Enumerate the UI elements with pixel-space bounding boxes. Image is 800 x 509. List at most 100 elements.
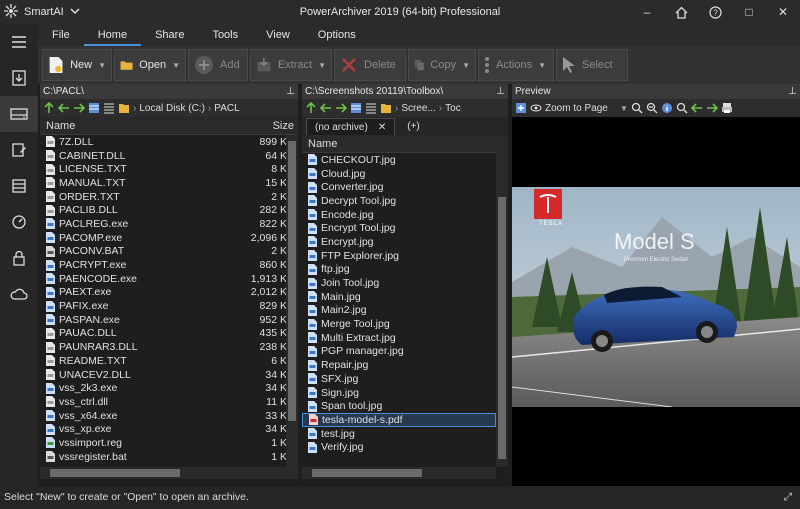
- sidebar-item-tools[interactable]: [0, 204, 38, 240]
- file-row[interactable]: vss_ctrl.dll 11 KB: [40, 395, 298, 409]
- file-row[interactable]: PAUNRAR3.DLL 238 KB: [40, 340, 298, 354]
- file-row[interactable]: Encode.jpg: [302, 208, 496, 222]
- file-row[interactable]: Decrypt Tool.jpg: [302, 194, 496, 208]
- new-button[interactable]: New ▼: [42, 49, 112, 81]
- eye-icon[interactable]: [530, 102, 542, 114]
- file-row[interactable]: PACLREG.exe 822 KB: [40, 217, 298, 231]
- file-row[interactable]: Join Tool.jpg: [302, 276, 496, 290]
- extract-button[interactable]: Extract ▼: [250, 49, 332, 81]
- breadcrumb-toolbox[interactable]: Toc: [445, 103, 461, 114]
- file-row[interactable]: ftp.jpg: [302, 263, 496, 277]
- tab-no-archive[interactable]: (no archive) ✕: [306, 118, 396, 135]
- restore-button[interactable]: □: [732, 0, 766, 24]
- file-row[interactable]: Sign.jpg: [302, 386, 496, 400]
- breadcrumb-screenshots[interactable]: Scree...: [401, 103, 435, 114]
- add-button[interactable]: Add: [188, 49, 248, 81]
- file-row[interactable]: Main2.jpg: [302, 304, 496, 318]
- sidebar-item-explorer[interactable]: [0, 96, 38, 132]
- print-icon[interactable]: [721, 102, 733, 114]
- pin-icon[interactable]: ⊥: [286, 84, 295, 99]
- copy-button[interactable]: Copy ▼: [408, 49, 476, 81]
- zoom-out-icon[interactable]: [646, 102, 658, 114]
- file-row[interactable]: ORDER.TXT 2 KB: [40, 190, 298, 204]
- column-name[interactable]: Name: [308, 138, 337, 150]
- smartai-label[interactable]: SmartAI: [24, 6, 64, 18]
- scroll-thumb[interactable]: [50, 469, 180, 477]
- breadcrumb-drive[interactable]: Local Disk (C:): [139, 103, 205, 114]
- file-row[interactable]: vss_2k3.exe 34 KB: [40, 381, 298, 395]
- help-button[interactable]: ?: [698, 0, 732, 24]
- file-row[interactable]: LICENSE.TXT 8 KB: [40, 162, 298, 176]
- file-row[interactable]: Span tool.jpg: [302, 399, 496, 413]
- middle-vertical-scrollbar[interactable]: [496, 137, 508, 467]
- up-arrow-icon[interactable]: [305, 102, 317, 114]
- file-row[interactable]: FTP Explorer.jpg: [302, 249, 496, 263]
- hamburger-menu-button[interactable]: [0, 24, 38, 60]
- column-name[interactable]: Name: [46, 120, 75, 132]
- resize-icon[interactable]: ⤢: [784, 486, 792, 509]
- view-list-icon[interactable]: [365, 102, 377, 114]
- left-horizontal-scrollbar[interactable]: [40, 467, 298, 479]
- file-row[interactable]: SFX.jpg: [302, 372, 496, 386]
- sidebar-item-edit[interactable]: [0, 132, 38, 168]
- file-row[interactable]: Main.jpg: [302, 290, 496, 304]
- view-list-icon[interactable]: [103, 102, 115, 114]
- folder-icon[interactable]: [118, 102, 130, 114]
- chevron-down-icon[interactable]: ▼: [538, 61, 546, 70]
- file-row[interactable]: PAUAC.DLL 435 KB: [40, 327, 298, 341]
- menu-home[interactable]: Home: [83, 24, 142, 46]
- sidebar-item-cloud[interactable]: [0, 276, 38, 312]
- file-row[interactable]: PACONV.BAT 2 KB: [40, 245, 298, 259]
- file-row[interactable]: PACRYPT.exe 860 KB: [40, 258, 298, 272]
- file-row[interactable]: PAFIX.exe 829 KB: [40, 299, 298, 313]
- file-row[interactable]: PAEXT.exe 2,012 KB: [40, 286, 298, 300]
- chevron-down-icon[interactable]: ▼: [318, 61, 326, 70]
- file-row[interactable]: vssregister.bat 1 KB: [40, 450, 298, 464]
- add-icon[interactable]: [515, 102, 527, 114]
- chevron-down-icon[interactable]: [70, 6, 80, 19]
- chevron-down-icon[interactable]: ▼: [620, 104, 628, 113]
- new-tab-button[interactable]: (+): [399, 118, 428, 135]
- forward-arrow-icon[interactable]: [706, 102, 718, 114]
- file-row[interactable]: Encrypt Tool.jpg: [302, 221, 496, 235]
- menu-share[interactable]: Share: [141, 24, 198, 46]
- file-row[interactable]: Converter.jpg: [302, 180, 496, 194]
- menu-file[interactable]: File: [38, 24, 84, 46]
- chevron-down-icon[interactable]: ▼: [98, 61, 106, 70]
- menu-tools[interactable]: Tools: [198, 24, 252, 46]
- back-arrow-icon[interactable]: [58, 102, 70, 114]
- file-row[interactable]: PACOMP.exe 2,096 KB: [40, 231, 298, 245]
- file-row[interactable]: PGP manager.jpg: [302, 345, 496, 359]
- menu-view[interactable]: View: [252, 24, 304, 46]
- file-row[interactable]: 7Z.DLL 899 KB: [40, 135, 298, 149]
- file-row[interactable]: test.jpg: [302, 427, 496, 441]
- close-icon[interactable]: ✕: [378, 122, 386, 133]
- file-row[interactable]: PACLIB.DLL 282 KB: [40, 203, 298, 217]
- scroll-thumb[interactable]: [288, 141, 296, 421]
- info-icon[interactable]: [661, 102, 673, 114]
- home-button[interactable]: [664, 0, 698, 24]
- sidebar-item-download[interactable]: [0, 60, 38, 96]
- back-arrow-icon[interactable]: [690, 102, 703, 114]
- zoom-reset-icon[interactable]: [676, 102, 688, 114]
- sidebar-item-security[interactable]: [0, 240, 38, 276]
- file-row[interactable]: UNACEV2.DLL 34 KB: [40, 368, 298, 382]
- middle-horizontal-scrollbar[interactable]: [302, 467, 496, 479]
- file-row[interactable]: Cloud.jpg: [302, 167, 496, 181]
- left-vertical-scrollbar[interactable]: [286, 135, 298, 467]
- smartai-icon[interactable]: [4, 3, 18, 21]
- forward-arrow-icon[interactable]: [335, 102, 347, 114]
- pin-icon[interactable]: ⊥: [496, 84, 505, 99]
- file-row[interactable]: PASPAN.exe 952 KB: [40, 313, 298, 327]
- forward-arrow-icon[interactable]: [73, 102, 85, 114]
- file-row[interactable]: Verify.jpg: [302, 440, 496, 454]
- file-row[interactable]: CABINET.DLL 64 KB: [40, 149, 298, 163]
- scroll-thumb[interactable]: [312, 469, 422, 477]
- file-row[interactable]: vss_x64.exe 33 KB: [40, 409, 298, 423]
- file-row[interactable]: README.TXT 6 KB: [40, 354, 298, 368]
- scroll-thumb[interactable]: [498, 197, 506, 459]
- pin-icon[interactable]: ⊥: [788, 84, 797, 99]
- back-arrow-icon[interactable]: [320, 102, 332, 114]
- file-row[interactable]: MANUAL.TXT 15 KB: [40, 176, 298, 190]
- column-size[interactable]: Size: [273, 120, 294, 132]
